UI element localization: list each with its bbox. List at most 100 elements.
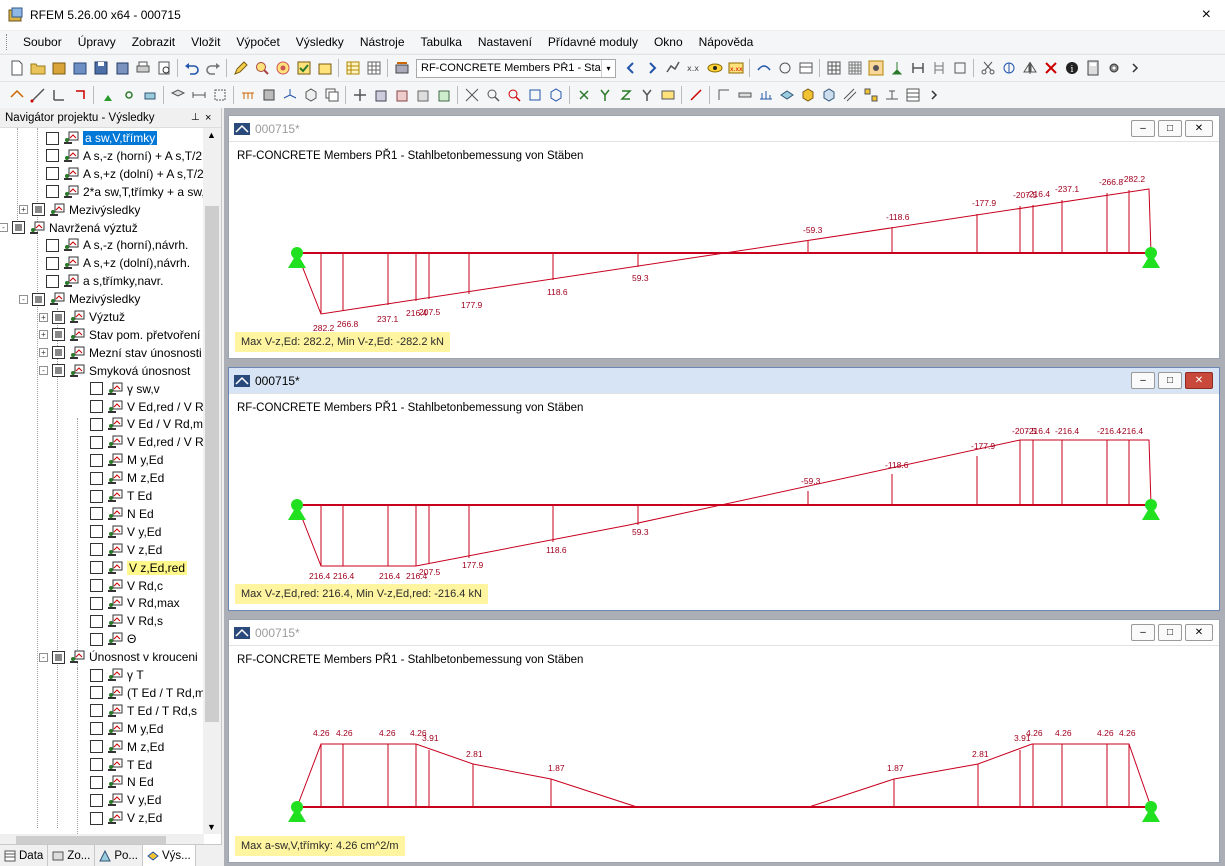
tree-checkbox[interactable] [90,722,103,736]
tree-checkbox[interactable] [52,328,65,342]
shading-button[interactable] [777,86,796,105]
info-button[interactable]: i [1062,59,1081,78]
new-file-button[interactable] [7,59,26,78]
tree-item-ved-red-vrd-s[interactable]: V Ed,red / V Rd,s [90,433,204,451]
tree-item-unosnost-v-krouceni[interactable]: - Únosnost v krouceni [39,648,198,666]
tree-item-as-trimky-navr[interactable]: a s,třímky,navr. [46,272,163,290]
tree-item-vz-ed[interactable]: V z,Ed [90,541,162,559]
tree-checkbox[interactable] [90,758,103,771]
view-x-button[interactable] [574,86,593,105]
box-button[interactable] [301,86,320,105]
diagram-canvas[interactable]: RF-CONCRETE Members PŘ1 - Stahlbetonbeme… [229,646,1219,862]
view-button[interactable] [999,59,1018,78]
restore-button[interactable]: □ [1158,372,1182,389]
tree-checkbox[interactable] [52,346,65,360]
axis-button[interactable] [49,86,68,105]
tree-item-mezivysledky-2[interactable]: - Mezivýsledky [19,290,140,308]
tree-item-mezni-stav-unosnosti[interactable]: + Mezní stav únosnosti [39,344,202,362]
section-cut-button[interactable] [686,86,705,105]
tree-item-t-ed[interactable]: T Ed [90,487,152,505]
diagram-button[interactable] [756,86,775,105]
tree-item-as-plus-z-navrh[interactable]: A s,+z (dolní),návrh. [46,254,190,272]
delete-button[interactable] [1041,59,1060,78]
tree-item-stav-pom-pretvoreni[interactable]: + Stav pom. přetvoření [39,326,200,344]
tree-checkbox[interactable] [90,740,103,754]
hinge-button[interactable] [119,86,138,105]
open-project-button[interactable] [49,59,68,78]
block-button[interactable] [259,86,278,105]
navigator-close-icon[interactable]: × [205,112,221,124]
tree-item-ted-trd-s[interactable]: T Ed / T Rd,s [90,702,197,720]
eraser-button[interactable] [140,86,159,105]
tree-checkbox[interactable] [52,650,65,664]
diagram-window-asw[interactable]: 000715* – □ ✕ RF-CONCRETE Members PŘ1 - … [228,619,1220,863]
scroll-down-icon[interactable]: ▼ [207,822,216,832]
result-table-button[interactable] [796,59,815,78]
menu-nastaveni[interactable]: Nastavení [470,35,540,49]
minimize-button[interactable]: – [1131,120,1155,137]
surface-button[interactable] [168,86,187,105]
building-button[interactable] [371,86,390,105]
tree-checkbox[interactable] [90,704,103,718]
tree-item-ved-vrd-max[interactable]: V Ed / V Rd,max [90,415,204,433]
mesh2-button[interactable] [845,59,864,78]
collapse-icon[interactable]: - [19,294,28,304]
tree-checkbox[interactable] [90,453,103,467]
window-close-button[interactable]: × [1202,6,1211,24]
tree-checkbox[interactable] [46,238,59,252]
tab-vysledky[interactable]: Výs... [142,845,196,866]
tree-checkbox[interactable] [46,274,59,288]
tree-item-vy-ed-2[interactable]: V y,Ed [90,791,161,809]
tree-checkbox[interactable] [32,292,45,306]
tree-checkbox[interactable] [46,185,59,199]
model-button[interactable] [70,59,89,78]
module-case-select[interactable]: RF-CONCRETE Members PŘ1 - Stahlbet ▾ [416,58,616,78]
diagram-canvas[interactable]: RF-CONCRETE Members PŘ1 - Stahlbetonbeme… [229,142,1219,358]
lines-button[interactable] [950,59,969,78]
building3-button[interactable] [413,86,432,105]
cut-button[interactable] [978,59,997,78]
undo-button[interactable] [182,59,201,78]
members-button[interactable] [908,59,927,78]
tree-checkbox[interactable] [90,561,103,575]
tree-checkbox[interactable] [90,471,103,485]
building4-button[interactable] [434,86,453,105]
tree-checkbox[interactable] [90,596,103,610]
window-button[interactable] [315,59,334,78]
diagram-window-titlebar[interactable]: 000715* – □ ✕ [229,368,1219,394]
tree-checkbox[interactable] [52,310,65,324]
tree-checkbox[interactable] [90,382,103,396]
tab-pohledy[interactable]: Po... [95,845,143,866]
tree-checkbox[interactable] [90,793,103,807]
pin-icon[interactable]: ⊥ [191,112,205,123]
target-button[interactable] [273,59,292,78]
members-tool-button[interactable] [28,86,47,105]
solid-button[interactable] [798,86,817,105]
tree-item-vy-ed[interactable]: V y,Ed [90,523,161,541]
collapse-icon[interactable]: - [39,366,48,376]
building2-button[interactable] [392,86,411,105]
previous-case-button[interactable] [621,59,640,78]
tree-item-t-ed-2[interactable]: T Ed [90,756,152,774]
view-y-button[interactable] [595,86,614,105]
result-values-button[interactable]: x.xx [726,59,745,78]
menu-upravy[interactable]: Úpravy [70,35,124,49]
frame-tool-button[interactable] [714,86,733,105]
view-z-button[interactable] [616,86,635,105]
check-button[interactable] [294,59,313,78]
toolbar2-overflow-button[interactable] [924,86,943,105]
diagram-window-ved-red[interactable]: 000715* – □ ✕ RF-CONCRETE Members PŘ1 - … [228,367,1220,611]
tree-item-my-ed[interactable]: M y,Ed [90,451,163,469]
tree-checkbox[interactable] [90,686,103,700]
view-iso-button[interactable] [546,86,565,105]
results-button[interactable] [663,59,682,78]
tree-item-n-ed[interactable]: N Ed [90,505,154,523]
tree-checkbox[interactable] [90,775,103,789]
print-preview-button[interactable] [154,59,173,78]
menu-soubor[interactable]: Soubor [15,35,70,49]
mirror-button[interactable] [1020,59,1039,78]
tree-item-vz-ed-red[interactable]: V z,Ed,red [90,559,188,577]
diagram-window-ved[interactable]: 000715* – □ ✕ RF-CONCRETE Members PŘ1 - … [228,115,1220,359]
scrollbar-thumb[interactable] [205,206,219,722]
expand-icon[interactable]: + [39,348,48,358]
